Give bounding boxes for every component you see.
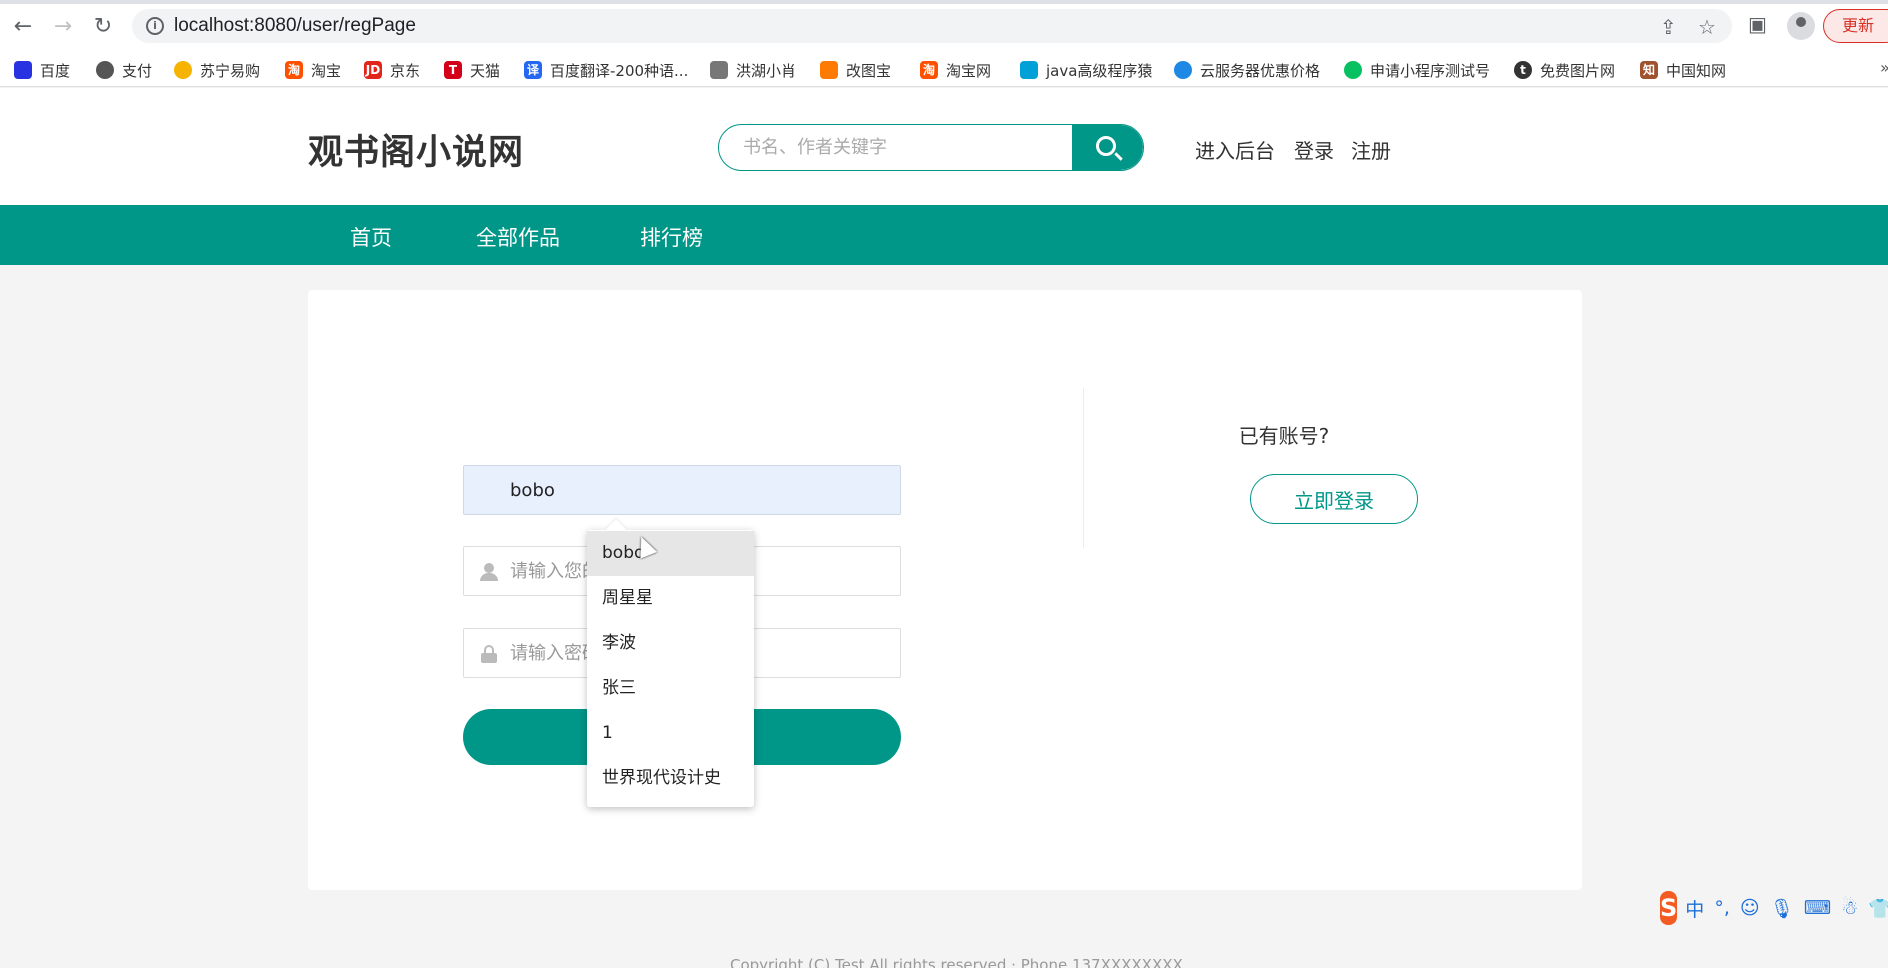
address-url[interactable]: localhost:8080/user/regPage [174, 15, 416, 37]
jd-icon: JD [364, 61, 382, 79]
bookmark-suning[interactable]: 苏宁易购 [174, 59, 260, 81]
baidu-icon [14, 61, 32, 79]
taobao-net-icon: 淘 [920, 61, 938, 79]
bookmark-star-icon[interactable]: ☆ [1698, 15, 1716, 39]
bookmark-taobao[interactable]: 淘淘宝 [285, 59, 341, 81]
nav-ranking[interactable]: 排行榜 [640, 222, 703, 252]
search-input[interactable] [719, 125, 1074, 170]
ime-emoji-icon[interactable]: ☺ [1740, 897, 1760, 919]
ime-keyboard-icon[interactable]: ⌨ [1804, 897, 1831, 919]
autocomplete-dropdown: bobo 周星星 李波 张三 1 世界现代设计史 [587, 530, 754, 807]
bookmarks-overflow-icon[interactable]: » [1880, 58, 1888, 77]
browser-toolbar: ← → ↻ i localhost:8080/user/regPage ⇪ ☆ … [0, 0, 1888, 53]
ime-punct-toggle[interactable]: °, [1714, 897, 1730, 919]
wechat-icon [1344, 61, 1362, 79]
taobao-icon: 淘 [285, 61, 303, 79]
bookmark-jd[interactable]: JD 京东 [364, 59, 420, 81]
bookmark-cnki[interactable]: 知中国知网 [1640, 59, 1726, 81]
address-bar[interactable]: i localhost:8080/user/regPage ⇪ ☆ [132, 9, 1732, 43]
cloud-icon [1174, 61, 1192, 79]
autocomplete-option[interactable]: 1 [587, 711, 754, 756]
cnki-icon: 知 [1640, 61, 1658, 79]
site-header: 观书阁小说网 进入后台 登录 注册 [0, 88, 1888, 205]
honghu-icon [710, 61, 728, 79]
ime-mode-toggle[interactable]: 中 [1685, 895, 1704, 922]
register-link[interactable]: 注册 [1351, 135, 1391, 164]
tmall-icon: T [444, 61, 462, 79]
bookmark-tmall[interactable]: T 天猫 [444, 59, 500, 81]
sogou-ime-logo[interactable]: S [1660, 891, 1678, 925]
back-icon[interactable]: ← [10, 13, 36, 39]
bookmark-mini-program[interactable]: 申请小程序测试号 [1344, 59, 1490, 81]
autocomplete-option[interactable]: 周星星 [587, 576, 754, 621]
search-button[interactable] [1072, 125, 1143, 170]
main-nav: 首页 全部作品 排行榜 [0, 205, 1888, 265]
footer-copyright: Copyright (C) Test All rights reserved ·… [730, 956, 1183, 968]
autocomplete-option[interactable]: 张三 [587, 666, 754, 711]
site-logo[interactable]: 观书阁小说网 [308, 124, 524, 175]
nav-home[interactable]: 首页 [350, 222, 392, 252]
bookmark-free-images[interactable]: t 免费图片网 [1514, 59, 1615, 81]
translate-icon: 译 [524, 61, 542, 79]
bookmark-pay[interactable]: 支付 [96, 59, 152, 81]
gaitubao-icon [820, 61, 838, 79]
profile-avatar-icon[interactable] [1787, 12, 1815, 40]
autocomplete-option[interactable]: 李波 [587, 621, 754, 666]
tumblr-icon: t [1514, 61, 1532, 79]
suning-icon [174, 61, 192, 79]
forward-icon[interactable]: → [50, 13, 76, 39]
bilibili-icon [1020, 61, 1038, 79]
username-input[interactable] [464, 466, 900, 514]
bookmark-gaitubao[interactable]: 改图宝 [820, 59, 891, 81]
search-box [718, 124, 1144, 171]
reload-icon[interactable]: ↻ [90, 13, 116, 39]
bookmark-baidu[interactable]: 百度 [14, 59, 70, 81]
bookmark-baidu-translate[interactable]: 译百度翻译-200种语... [524, 59, 688, 81]
autocomplete-option[interactable]: bobo [587, 531, 754, 576]
bookmarks-bar: 百度 支付 苏宁易购 淘淘宝 JD 京东 T 天猫 译百度翻译-200种语... 洪… [0, 53, 1888, 87]
site-info-icon[interactable]: i [146, 17, 164, 35]
update-button[interactable]: 更新 [1823, 9, 1888, 43]
ime-user-icon[interactable]: ☃ [1841, 897, 1858, 919]
login-link[interactable]: 登录 [1294, 135, 1334, 164]
username-field [463, 465, 901, 515]
admin-link[interactable]: 进入后台 [1195, 135, 1275, 164]
have-account-text: 已有账号? [1238, 424, 1330, 448]
nav-all-works[interactable]: 全部作品 [476, 222, 560, 252]
ime-voice-icon[interactable]: 🎙 [1770, 897, 1794, 920]
login-now-button[interactable]: 立即登录 [1250, 474, 1418, 524]
side-panel-icon[interactable]: ▣ [1748, 12, 1767, 36]
bookmark-java[interactable]: java高级程序猿 [1020, 59, 1152, 81]
autocomplete-option[interactable]: 世界现代设计史 [587, 756, 754, 801]
register-card: 已有账号? 立即登录 [308, 290, 1582, 890]
search-icon [1096, 136, 1116, 156]
share-icon[interactable]: ⇪ [1660, 15, 1677, 39]
tab-strip [0, 0, 1888, 4]
bookmark-cloud-server[interactable]: 云服务器优惠价格 [1174, 59, 1320, 81]
bookmark-taobao-net[interactable]: 淘淘宝网 [920, 59, 991, 81]
card-divider [1083, 388, 1084, 548]
pay-icon [96, 61, 114, 79]
ime-skin-icon[interactable]: 👕 [1868, 897, 1888, 920]
ime-toolbar: S 中 °, ☺ 🎙 ⌨ ☃ 👕 [1660, 890, 1888, 926]
bookmark-honghu[interactable]: 洪湖小肖 [710, 59, 796, 81]
